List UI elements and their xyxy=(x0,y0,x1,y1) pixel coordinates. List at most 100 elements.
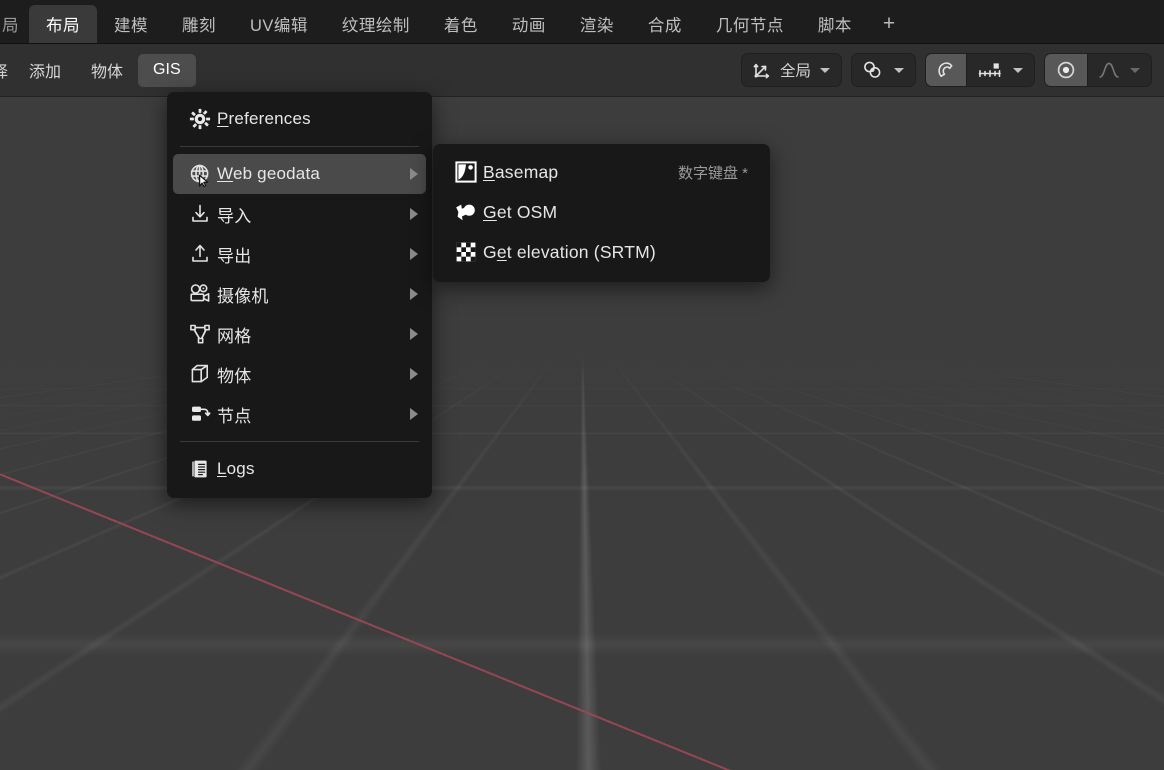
menu-separator xyxy=(180,441,419,442)
cube-icon xyxy=(183,362,217,386)
snap-target-dropdown[interactable] xyxy=(967,54,1034,86)
menu-item-label: Web geodata xyxy=(217,164,320,184)
workspace-tab-sculpting[interactable]: 雕刻 xyxy=(165,5,233,43)
menu-item-import[interactable]: 导入 xyxy=(173,194,426,234)
menu-item-nodes[interactable]: 节点 xyxy=(173,394,426,434)
menu-item-label: 摄像机 xyxy=(217,282,269,307)
menu-add[interactable]: 添加 xyxy=(14,54,76,87)
workspace-tab-rendering[interactable]: 渲染 xyxy=(563,5,631,43)
web-geodata-submenu: Basemap 数字键盘 * Get OSM xyxy=(433,144,770,282)
plus-icon: + xyxy=(883,12,896,36)
submenu-item-get-osm[interactable]: Get OSM xyxy=(439,192,764,232)
menu-item-logs[interactable]: Logs xyxy=(173,449,426,489)
workspace-tab-compositing[interactable]: 合成 xyxy=(631,5,699,43)
menu-label: GIS xyxy=(153,61,181,79)
menu-label: 添加 xyxy=(29,58,61,82)
workspace-tab-label: 合成 xyxy=(648,12,682,36)
pivot-point-group[interactable] xyxy=(851,53,916,87)
blender-window: 局 布局 建模 雕刻 UV编辑 纹理绘制 着色 动画 渲染 合成 几何节点 脚本… xyxy=(0,0,1164,770)
menu-gis[interactable]: GIS xyxy=(138,54,196,87)
workspace-tab-texture-paint[interactable]: 纹理绘制 xyxy=(325,5,427,43)
menu-item-object[interactable]: 物体 xyxy=(173,354,426,394)
submenu-item-label: Basemap xyxy=(483,162,558,183)
chevron-right-icon xyxy=(410,248,418,260)
smooth-falloff-curve-icon xyxy=(1097,59,1121,81)
chevron-right-icon xyxy=(410,368,418,380)
chevron-down-icon xyxy=(1130,68,1140,73)
chevron-right-icon xyxy=(410,288,418,300)
osm-marker-icon xyxy=(449,199,483,225)
menu-item-mesh[interactable]: 网格 xyxy=(173,314,426,354)
workspace-tab-modeling[interactable]: 建模 xyxy=(97,5,165,43)
menu-label: 物体 xyxy=(91,58,123,82)
orientation-axes-icon xyxy=(751,59,773,81)
logs-icon xyxy=(183,457,217,481)
menu-item-label: 节点 xyxy=(217,402,251,427)
chevron-down-icon xyxy=(820,68,830,73)
menu-item-label: 物体 xyxy=(217,362,251,387)
export-arrow-up-icon xyxy=(183,242,217,266)
workspace-tab-label: 着色 xyxy=(444,12,478,36)
chevron-right-icon xyxy=(410,328,418,340)
workspace-tab-label: 局 xyxy=(2,12,19,36)
menu-item-label: 导出 xyxy=(217,242,251,267)
submenu-item-basemap[interactable]: Basemap 数字键盘 * xyxy=(439,152,764,192)
submenu-item-label: Get elevation (SRTM) xyxy=(483,242,656,263)
menu-item-web-geodata[interactable]: Web geodata xyxy=(173,154,426,194)
pivot-point-dropdown[interactable] xyxy=(852,54,915,86)
proportional-editing-toggle[interactable] xyxy=(1045,54,1087,86)
magnet-icon xyxy=(935,59,957,81)
add-workspace-button[interactable]: + xyxy=(869,5,910,43)
menu-item-export[interactable]: 导出 xyxy=(173,234,426,274)
submenu-item-shortcut: 数字键盘 * xyxy=(678,162,756,183)
workspace-tab-label: 渲染 xyxy=(580,12,614,36)
workspace-tab-scripting[interactable]: 脚本 xyxy=(801,5,869,43)
transform-orientation-group[interactable]: 全局 xyxy=(741,53,842,87)
transform-orientation-dropdown[interactable]: 全局 xyxy=(742,54,841,86)
menu-item-preferences[interactable]: Preferences xyxy=(173,99,426,139)
snap-toggle-button[interactable] xyxy=(926,54,966,86)
gis-dropdown-menu: Preferences Web geodata xyxy=(167,92,432,498)
proportional-editing-icon xyxy=(1054,59,1078,81)
chevron-down-icon xyxy=(1013,68,1023,73)
workspace-tab-label: 动画 xyxy=(512,12,546,36)
menu-item-label: Preferences xyxy=(217,109,311,129)
workspace-tab-bar: 局 布局 建模 雕刻 UV编辑 纹理绘制 着色 动画 渲染 合成 几何节点 脚本… xyxy=(0,0,1164,44)
snapping-group[interactable] xyxy=(925,53,1035,87)
camera-icon xyxy=(183,282,217,306)
viewport-header: 择 添加 物体 GIS xyxy=(0,44,1164,97)
workspace-tab-label: 建模 xyxy=(114,12,148,36)
menu-item-label: Logs xyxy=(217,459,255,479)
workspace-tab-label: 纹理绘制 xyxy=(342,12,410,36)
menu-item-camera[interactable]: 摄像机 xyxy=(173,274,426,314)
header-menu-bar: 择 添加 物体 GIS xyxy=(0,44,196,96)
menu-separator xyxy=(180,146,419,147)
basemap-image-icon xyxy=(449,159,483,185)
workspace-tab-clipped[interactable]: 局 xyxy=(0,5,29,43)
checkerboard-icon xyxy=(449,239,483,265)
proportional-editing-group[interactable] xyxy=(1044,53,1152,87)
workspace-tab-shading[interactable]: 着色 xyxy=(427,5,495,43)
chevron-down-icon xyxy=(894,68,904,73)
submenu-item-get-elevation-srtm[interactable]: Get elevation (SRTM) xyxy=(439,232,764,272)
workspace-tab-label: 雕刻 xyxy=(182,12,216,36)
chevron-right-icon xyxy=(410,408,418,420)
workspace-tab-geometry-nodes[interactable]: 几何节点 xyxy=(699,5,801,43)
workspace-tab-animation[interactable]: 动画 xyxy=(495,5,563,43)
workspace-tab-uv-editing[interactable]: UV编辑 xyxy=(233,5,325,43)
nodes-icon xyxy=(183,402,217,426)
mesh-icon xyxy=(183,322,217,346)
proportional-falloff-dropdown[interactable] xyxy=(1088,54,1151,86)
chevron-right-icon xyxy=(410,168,418,180)
menu-item-label: 导入 xyxy=(217,202,251,227)
chevron-right-icon xyxy=(410,208,418,220)
gear-icon xyxy=(183,107,217,131)
workspace-tab-layout[interactable]: 布局 xyxy=(29,5,97,43)
pivot-point-icon xyxy=(861,59,885,81)
workspace-tab-label: 脚本 xyxy=(818,12,852,36)
menu-object[interactable]: 物体 xyxy=(76,54,138,87)
menu-item-label: 网格 xyxy=(217,322,251,347)
menu-select[interactable]: 择 xyxy=(0,54,14,87)
workspace-tab-label: 几何节点 xyxy=(716,12,784,36)
header-tool-settings: 全局 xyxy=(741,44,1164,96)
